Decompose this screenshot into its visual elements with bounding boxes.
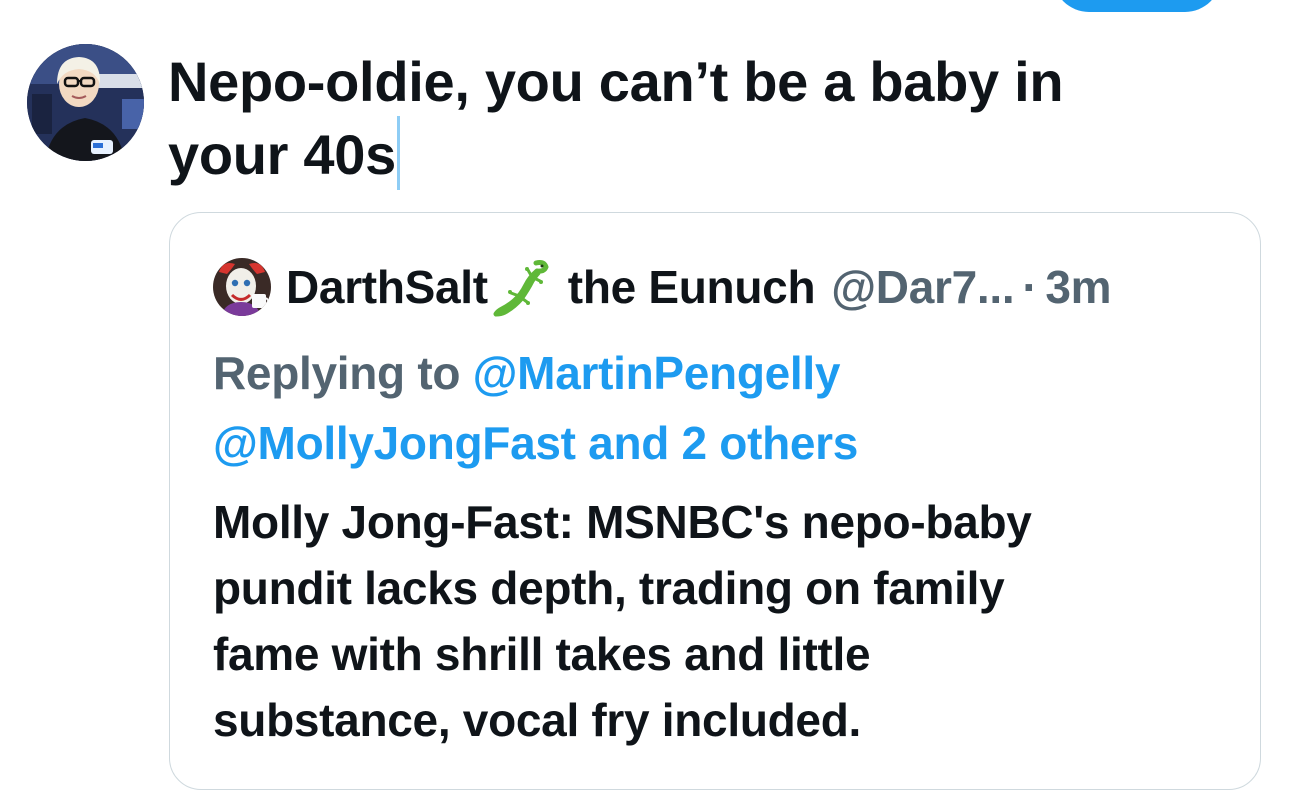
text-caret: [396, 116, 400, 190]
replying-to-line: Replying to @MartinPengelly @MollyJongFa…: [213, 338, 1233, 478]
quoted-timestamp[interactable]: 3m: [1045, 260, 1111, 314]
compose-text-line: Nepo-oldie, you can’t be a baby in: [168, 50, 1064, 113]
quoted-avatar[interactable]: [213, 258, 271, 316]
avatar[interactable]: [27, 44, 144, 161]
separator-dot: ·: [1022, 261, 1038, 313]
quoted-tweet-header: DarthSalt the Eunuch @Dar7... · 3m: [213, 257, 1112, 317]
quoted-handle[interactable]: @Dar7...: [831, 260, 1014, 314]
quoted-tweet-body: Molly Jong-Fast: MSNBC's nepo-baby pundi…: [213, 489, 1223, 753]
compose-reply-screen: Nepo-oldie, you can’t be a baby in your …: [0, 0, 1290, 812]
quoted-tweet-card[interactable]: DarthSalt the Eunuch @Dar7... · 3m Reply…: [169, 212, 1261, 790]
quoted-display-name[interactable]: DarthSalt: [286, 260, 488, 314]
quoted-body-line: fame with shrill takes and little: [213, 628, 871, 680]
quoted-name-suffix[interactable]: the Eunuch: [568, 260, 816, 314]
reply-text-input[interactable]: Nepo-oldie, you can’t be a baby in your …: [168, 48, 1228, 190]
quoted-body-line: Molly Jong-Fast: MSNBC's nepo-baby: [213, 496, 1032, 548]
mention-link[interactable]: @MartinPengelly: [473, 347, 841, 399]
compose-text-line-end: your 40s: [168, 123, 396, 186]
quoted-body-line: pundit lacks depth, trading on family: [213, 562, 1005, 614]
replying-to-label: Replying to: [213, 347, 461, 399]
reply-post-button[interactable]: [1053, 0, 1221, 12]
quoted-body-line: substance, vocal fry included.: [213, 694, 861, 746]
lizard-icon: [492, 257, 554, 317]
mention-link-and-others[interactable]: @MollyJongFast and 2 others: [213, 408, 1233, 478]
replying-to-row: Replying to @MartinPengelly: [213, 338, 1233, 408]
compose-text-line: your 40s: [168, 116, 1228, 190]
